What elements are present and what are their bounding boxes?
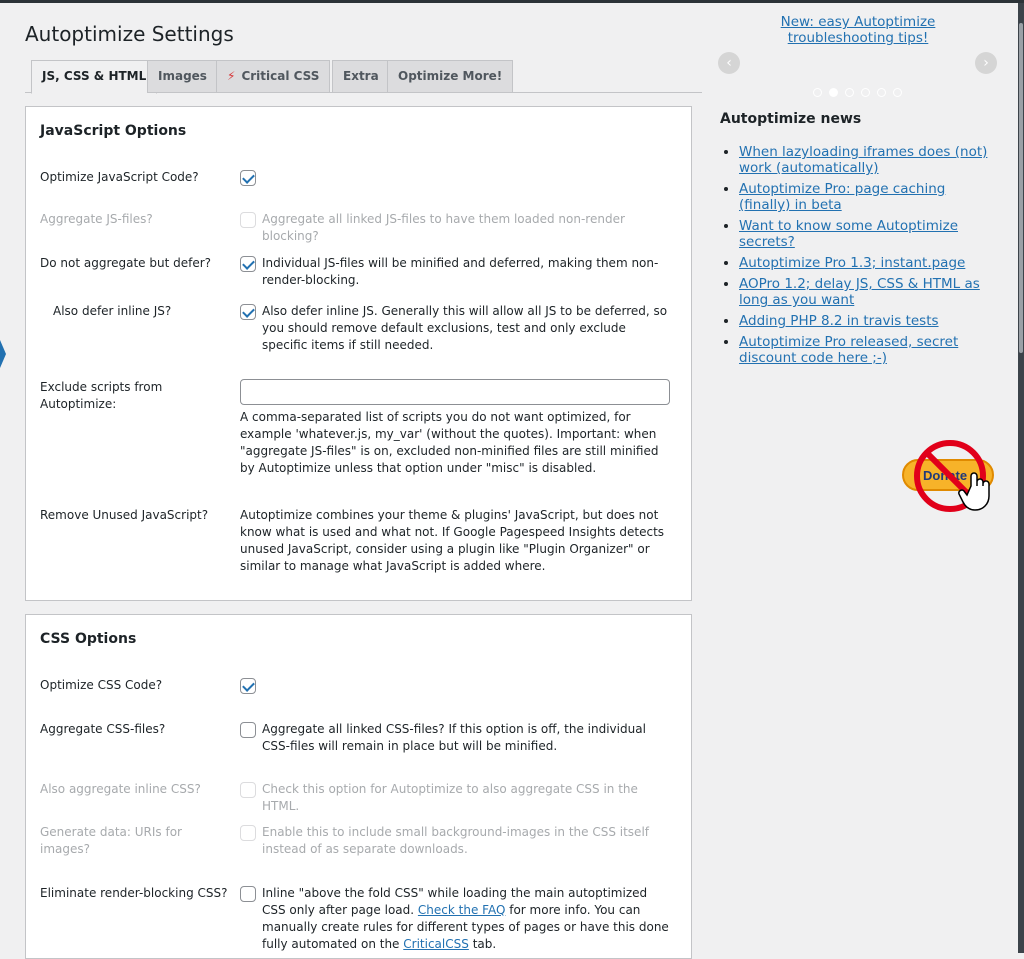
list-item: Adding PHP 8.2 in travis tests xyxy=(739,313,1000,329)
scrollbar[interactable] xyxy=(1018,3,1024,953)
tab-label: Images xyxy=(158,69,207,83)
list-item: When lazyloading iframes does (not) work… xyxy=(739,144,1000,176)
option-label: Exclude scripts from Autoptimize: xyxy=(40,380,163,411)
tab-label: JS, CSS & HTML xyxy=(42,69,147,83)
option-label: Remove Unused JavaScript? xyxy=(40,508,209,522)
option-description: Inline "above the fold CSS" while loadin… xyxy=(262,885,672,953)
carousel-dot[interactable] xyxy=(829,88,838,97)
news-link[interactable]: Adding PHP 8.2 in travis tests xyxy=(739,313,939,329)
option-label: Optimize JavaScript Code? xyxy=(40,170,199,184)
option-label: Do not aggregate but defer? xyxy=(40,256,212,270)
news-link[interactable]: When lazyloading iframes does (not) work… xyxy=(739,144,987,176)
option-label: Also defer inline JS? xyxy=(53,304,172,318)
news-link[interactable]: Want to know some Autoptimize secrets? xyxy=(739,218,958,250)
carousel-dot[interactable] xyxy=(877,88,886,97)
list-item: Autoptimize Pro: page caching (finally) … xyxy=(739,181,1000,213)
option-description: Autoptimize combines your theme & plugin… xyxy=(240,508,665,573)
tab-extra[interactable]: Extra xyxy=(332,60,390,93)
faq-link[interactable]: Check the FAQ xyxy=(418,903,505,917)
optimize-css-checkbox[interactable] xyxy=(240,678,256,694)
tab-label: Extra xyxy=(343,69,379,83)
tab-critical-css[interactable]: ⚡ Critical CSS xyxy=(216,60,331,93)
carousel-dot[interactable] xyxy=(813,88,822,97)
option-description: Individual JS-files will be minified and… xyxy=(262,256,659,287)
section-heading: CSS Options xyxy=(40,631,137,647)
tab-images[interactable]: Images xyxy=(147,60,218,93)
window-top-border xyxy=(0,0,1024,3)
aggregate-js-checkbox[interactable] xyxy=(240,212,256,228)
option-label: Generate data: URIs for images? xyxy=(40,825,182,856)
section-heading: JavaScript Options xyxy=(40,123,187,139)
carousel-dot[interactable] xyxy=(893,88,902,97)
data-uris-checkbox[interactable] xyxy=(240,825,256,841)
option-description: Aggregate all linked CSS-files? If this … xyxy=(262,722,646,753)
news-heading: Autoptimize news xyxy=(720,111,862,127)
list-item: Autoptimize Pro 1.3; instant.page xyxy=(739,255,1000,271)
carousel-dots xyxy=(813,86,909,100)
tab-label: Critical CSS xyxy=(241,69,320,83)
list-item: Autoptimize Pro released, secret discoun… xyxy=(739,334,1000,366)
option-label: Aggregate JS-files? xyxy=(40,212,153,226)
tab-optimize-more[interactable]: Optimize More! xyxy=(387,60,514,93)
javascript-options-panel: JavaScript Options Optimize JavaScript C… xyxy=(25,106,692,601)
defer-js-checkbox[interactable] xyxy=(240,256,256,272)
tab-label: Optimize More! xyxy=(398,69,503,83)
carousel-dot[interactable] xyxy=(861,88,870,97)
option-label: Optimize CSS Code? xyxy=(40,678,163,692)
tab-js-css-html[interactable]: JS, CSS & HTML xyxy=(31,60,158,94)
donate-button[interactable]: Donate xyxy=(901,438,997,520)
option-label: Also aggregate inline CSS? xyxy=(40,782,201,796)
lightning-icon: ⚡ xyxy=(227,69,236,83)
settings-tabs: JS, CSS & HTML Images ⚡ Critical CSS Extr… xyxy=(25,60,702,94)
defer-inline-js-checkbox[interactable] xyxy=(240,304,256,320)
news-link[interactable]: Autoptimize Pro released, secret discoun… xyxy=(739,334,958,366)
aggregate-inline-css-checkbox[interactable] xyxy=(240,782,256,798)
desc-text: tab. xyxy=(472,937,497,951)
option-description: Aggregate all linked JS-files to have th… xyxy=(262,212,625,243)
option-label: Aggregate CSS-files? xyxy=(40,722,166,736)
troubleshooting-tips-link[interactable]: New: easy Autoptimize troubleshooting ti… xyxy=(778,14,938,46)
option-description: Also defer inline JS. Generally this wil… xyxy=(262,304,668,352)
option-label: Eliminate render-blocking CSS? xyxy=(40,886,228,900)
carousel-dot[interactable] xyxy=(845,88,854,97)
news-link[interactable]: Autoptimize Pro 1.3; instant.page xyxy=(739,255,965,271)
chevron-right-icon[interactable]: › xyxy=(975,52,997,74)
list-item: AOPro 1.2; delay JS, CSS & HTML as long … xyxy=(739,276,1000,308)
css-options-panel: CSS Options Optimize CSS Code? Aggregate… xyxy=(25,614,692,959)
aggregate-css-checkbox[interactable] xyxy=(240,722,256,738)
news-list: When lazyloading iframes does (not) work… xyxy=(720,144,1000,371)
option-description: A comma-separated list of scripts you do… xyxy=(240,410,659,475)
criticalcss-tab-link[interactable]: CriticalCSS xyxy=(403,937,469,951)
option-description: Check this option for Autoptimize to als… xyxy=(262,782,638,813)
list-item: Want to know some Autoptimize secrets? xyxy=(739,218,1000,250)
exclude-scripts-input[interactable] xyxy=(240,379,670,405)
render-blocking-css-checkbox[interactable] xyxy=(240,886,256,902)
option-description: Enable this to include small background-… xyxy=(262,825,649,856)
chevron-left-icon[interactable]: ‹ xyxy=(718,52,740,74)
admin-menu-arrow-icon xyxy=(0,340,6,368)
scrollbar-thumb[interactable] xyxy=(1019,23,1023,353)
news-link[interactable]: AOPro 1.2; delay JS, CSS & HTML as long … xyxy=(739,276,980,308)
page-title: Autoptimize Settings xyxy=(25,22,234,46)
optimize-js-checkbox[interactable] xyxy=(240,170,256,186)
news-link[interactable]: Autoptimize Pro: page caching (finally) … xyxy=(739,181,945,213)
